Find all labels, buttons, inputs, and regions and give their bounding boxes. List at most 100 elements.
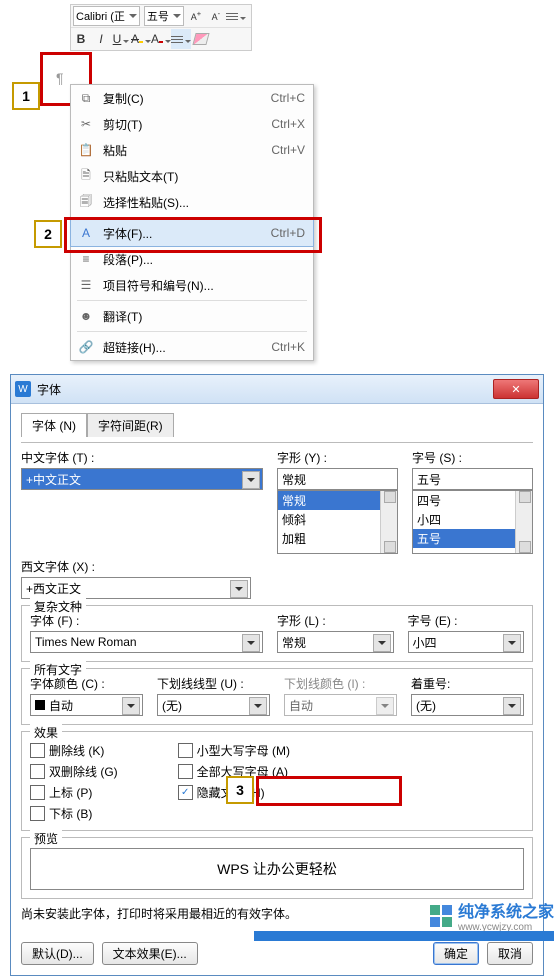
bold-button[interactable]: B xyxy=(71,29,91,49)
chk-sub[interactable]: 下标 (B) xyxy=(30,805,118,822)
menu-paste[interactable]: 📋粘贴Ctrl+V xyxy=(71,137,313,163)
step-marker-3: 3 xyxy=(226,776,254,804)
cancel-button[interactable]: 取消 xyxy=(487,942,533,965)
checkbox-icon xyxy=(30,806,45,821)
complex-font-select[interactable]: Times New Roman xyxy=(30,631,263,653)
menu-translate[interactable]: ☻翻译(T) xyxy=(71,303,313,329)
underline-color-select: 自动 xyxy=(284,694,397,716)
paragraph-icon: ≡ xyxy=(77,252,95,266)
text-effect-button[interactable]: 文本效果(E)... xyxy=(102,942,198,965)
step-marker-1: 1 xyxy=(12,82,40,110)
menu-paragraph[interactable]: ≡段落(P)... xyxy=(71,246,313,272)
size-listbox[interactable]: 四号 小四 五号 xyxy=(412,490,533,554)
font-name-combo[interactable]: Calibri (正 xyxy=(73,6,140,26)
font-size-combo[interactable]: 五号 xyxy=(144,6,184,26)
decrease-font-icon[interactable]: A- xyxy=(206,6,226,26)
menu-translate-label: 翻译(T) xyxy=(103,308,305,325)
chk-super[interactable]: 上标 (P) xyxy=(30,784,118,801)
size-input[interactable]: 五号 xyxy=(412,468,533,490)
underline-color-value: 自动 xyxy=(289,697,313,714)
effects-legend: 效果 xyxy=(30,724,62,741)
dialog-footer: 默认(D)... 文本效果(E)... 确定 取消 xyxy=(11,936,543,975)
chk-smallcaps-label: 小型大写字母 (M) xyxy=(197,742,290,759)
chevron-down-icon xyxy=(230,580,248,598)
cn-font-value: +中文正文 xyxy=(26,471,81,488)
mini-toolbar: Calibri (正 五号 A+ A- B I U A A xyxy=(70,4,252,51)
watermark: 纯净系统之家 www.ycwjzy.com xyxy=(430,898,554,933)
chevron-down-icon xyxy=(373,634,391,652)
chk-dstrike[interactable]: 双删除线 (G) xyxy=(30,763,118,780)
menu-paste-special[interactable]: 🗐选择性粘贴(S)... xyxy=(71,189,313,215)
dialog-tabs: 字体 (N) 字符间距(R) xyxy=(21,412,533,436)
cn-font-select[interactable]: +中文正文 xyxy=(21,468,263,490)
size-label: 字号 (S) : xyxy=(412,449,533,466)
chk-smallcaps[interactable]: 小型大写字母 (M) xyxy=(178,742,290,759)
watermark-logo-icon xyxy=(430,905,452,927)
chevron-down-icon xyxy=(173,14,181,18)
line-spacing-icon[interactable] xyxy=(226,6,246,26)
menu-hyperlink[interactable]: 🔗超链接(H)...Ctrl+K xyxy=(71,334,313,360)
preview-fieldset: 预览 WPS 让办公更轻松 xyxy=(21,837,533,899)
default-button[interactable]: 默认(D)... xyxy=(21,942,94,965)
titlebar: W 字体 ✕ xyxy=(11,375,543,404)
eraser-button[interactable] xyxy=(191,29,211,49)
menu-cut-label: 剪切(T) xyxy=(103,116,271,133)
menu-cut[interactable]: ✂剪切(T)Ctrl+X xyxy=(71,111,313,137)
hyperlink-icon: 🔗 xyxy=(77,340,95,354)
italic-button[interactable]: I xyxy=(91,29,111,49)
complex-style-select[interactable]: 常规 xyxy=(277,631,394,653)
font-color-button[interactable]: A xyxy=(151,29,171,49)
menu-paste-shortcut: Ctrl+V xyxy=(271,143,305,157)
complex-legend: 复杂文种 xyxy=(30,598,86,615)
wn-font-select[interactable]: +西文正文 xyxy=(21,577,251,599)
increase-font-icon[interactable]: A+ xyxy=(186,6,206,26)
chevron-down-icon xyxy=(376,697,394,715)
wn-font-value: +西文正文 xyxy=(26,580,81,597)
chk-strike-label: 删除线 (K) xyxy=(49,742,104,759)
highlight-button[interactable]: A xyxy=(131,29,151,49)
underline-select[interactable]: (无) xyxy=(157,694,270,716)
scrollbar[interactable] xyxy=(380,491,397,553)
menu-copy-label: 复制(C) xyxy=(103,90,271,107)
alltext-legend: 所有文字 xyxy=(30,661,86,678)
checkbox-icon xyxy=(30,785,45,800)
color-swatch-icon xyxy=(35,700,45,710)
menu-font[interactable]: A字体(F)...Ctrl+D xyxy=(70,219,314,247)
font-size-value: 五号 xyxy=(147,8,169,24)
effects-fieldset: 效果 删除线 (K) 双删除线 (G) 上标 (P) 下标 (B) 小型大写字母… xyxy=(21,731,533,831)
style-listbox[interactable]: 常规 倾斜 加粗 xyxy=(277,490,398,554)
chk-strike[interactable]: 删除线 (K) xyxy=(30,742,118,759)
font-color-select[interactable]: 自动 xyxy=(30,694,143,716)
checkbox-icon xyxy=(30,764,45,779)
ok-button[interactable]: 确定 xyxy=(433,942,479,965)
checkbox-icon xyxy=(30,743,45,758)
dialog-title: 字体 xyxy=(37,381,493,398)
align-button[interactable] xyxy=(171,29,191,49)
chk-super-label: 上标 (P) xyxy=(49,784,92,801)
emphasis-label: 着重号: xyxy=(411,675,524,692)
tab-spacing[interactable]: 字符间距(R) xyxy=(87,413,174,437)
emphasis-select[interactable]: (无) xyxy=(411,694,524,716)
style-input[interactable]: 常规 xyxy=(277,468,398,490)
chk-dstrike-label: 双删除线 (G) xyxy=(49,763,118,780)
preview-legend: 预览 xyxy=(30,830,62,847)
emphasis-value: (无) xyxy=(416,697,436,714)
style-label: 字形 (Y) : xyxy=(277,449,398,466)
menu-paste-text[interactable]: 🗎只粘贴文本(T) xyxy=(71,163,313,189)
underline-button[interactable]: U xyxy=(111,29,131,49)
app-icon: W xyxy=(15,381,31,397)
close-button[interactable]: ✕ xyxy=(493,379,539,399)
complex-size-select[interactable]: 小四 xyxy=(408,631,525,653)
font-color-value: 自动 xyxy=(49,697,73,714)
menu-paste-label: 粘贴 xyxy=(103,142,271,159)
scrollbar[interactable] xyxy=(515,491,532,553)
complex-fieldset: 复杂文种 字体 (F) : Times New Roman 字形 (L) : 常… xyxy=(21,605,533,662)
chk-sub-label: 下标 (B) xyxy=(49,805,92,822)
menu-copy[interactable]: ⧉复制(C)Ctrl+C xyxy=(71,85,313,111)
eraser-icon xyxy=(192,33,209,45)
tab-font[interactable]: 字体 (N) xyxy=(21,413,87,437)
complex-style-value: 常规 xyxy=(282,634,306,651)
checkbox-icon xyxy=(178,764,193,779)
menu-bullets[interactable]: ☰项目符号和编号(N)... xyxy=(71,272,313,298)
paste-special-icon: 🗐 xyxy=(77,192,95,213)
